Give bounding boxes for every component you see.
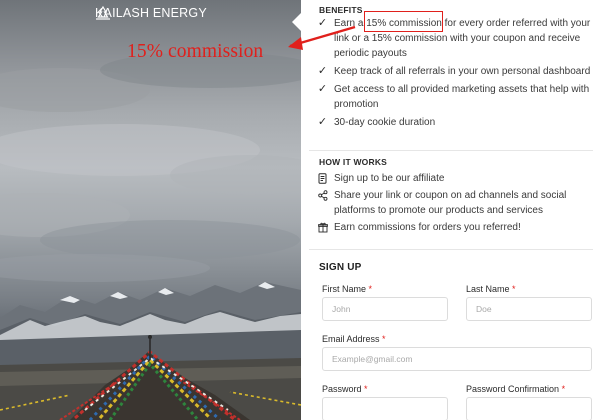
annotation-label: 15% commission xyxy=(127,41,264,62)
how-text: Share your link or coupon on ad channels… xyxy=(334,190,567,216)
benefits-list: ✓ Earn a 15% commission for every order … xyxy=(317,16,597,130)
brand-logo[interactable]: KAILASH ENERGY xyxy=(95,6,207,20)
panel-notch xyxy=(292,13,301,31)
brand-name: KAILASH ENERGY xyxy=(95,6,207,20)
how-it-works-list: Sign up to be our affiliate Share your l… xyxy=(317,171,597,235)
affiliate-panel: BENEFITS ✓ Earn a 15% commission for eve… xyxy=(301,0,600,420)
email-input[interactable] xyxy=(322,347,592,371)
signup-form-icon xyxy=(317,171,328,186)
how-item: Share your link or coupon on ad channels… xyxy=(317,188,597,218)
how-item: Earn commissions for orders you referred… xyxy=(317,220,597,235)
checkmark-icon: ✓ xyxy=(317,17,328,29)
checkmark-icon: ✓ xyxy=(317,65,328,77)
benefits-heading: BENEFITS xyxy=(319,5,363,15)
benefit-item: ✓ Earn a 15% commission for every order … xyxy=(317,16,597,61)
how-text: Sign up to be our affiliate xyxy=(334,173,445,184)
benefit-item: ✓ Keep track of all referrals in your ow… xyxy=(317,64,597,79)
benefit-item: ✓ 30-day cookie duration xyxy=(317,115,597,130)
email-label: Email Address * xyxy=(322,334,386,344)
hero-photo: KAILASH ENERGY xyxy=(0,0,301,420)
benefit-text-prefix: Earn a xyxy=(334,18,367,29)
checkmark-icon: ✓ xyxy=(317,83,328,95)
first-name-label: First Name * xyxy=(322,284,373,294)
benefit-text: Keep track of all referrals in your own … xyxy=(334,66,591,77)
kailash-logo-icon xyxy=(96,6,110,20)
password-input[interactable] xyxy=(322,397,448,420)
benefit-item: ✓ Get access to all provided marketing a… xyxy=(317,82,597,112)
divider xyxy=(309,150,593,151)
benefit-text: 30-day cookie duration xyxy=(334,117,436,128)
checkmark-icon: ✓ xyxy=(317,116,328,128)
annotation-highlight-box xyxy=(364,11,443,32)
gift-icon xyxy=(317,220,328,235)
mountain-landscape xyxy=(0,52,301,420)
password-confirmation-label: Password Confirmation * xyxy=(466,384,566,394)
how-text: Earn commissions for orders you referred… xyxy=(334,222,521,233)
benefit-text-suffix: for every order referred with xyxy=(441,18,569,29)
last-name-input[interactable] xyxy=(466,297,592,321)
how-item: Sign up to be our affiliate xyxy=(317,171,597,186)
password-confirmation-input[interactable] xyxy=(466,397,592,420)
signup-heading: SIGN UP xyxy=(319,262,362,273)
last-name-label: Last Name * xyxy=(466,284,516,294)
share-icon xyxy=(317,188,328,203)
benefit-text: Get access to all provided marketing ass… xyxy=(334,84,590,110)
password-label: Password * xyxy=(322,384,368,394)
divider xyxy=(309,249,593,250)
how-it-works-heading: HOW IT WORKS xyxy=(319,157,388,167)
first-name-input[interactable] xyxy=(322,297,448,321)
